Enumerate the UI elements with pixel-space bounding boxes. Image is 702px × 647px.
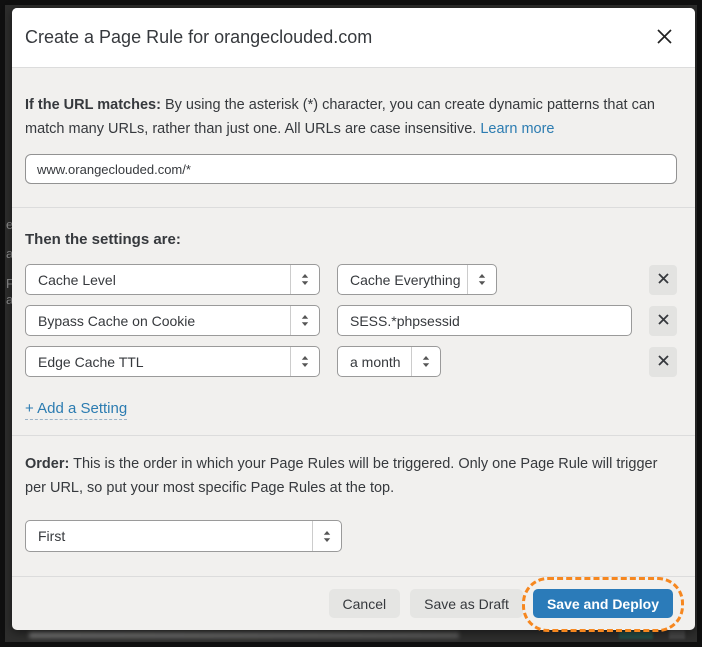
save-as-draft-button[interactable]: Save as Draft [410,589,523,618]
modal-footer: Cancel Save as Draft Save and Deploy [12,577,695,630]
screenshot-frame: e a F a Create a Page Rule for orangeclo… [0,0,702,647]
stepper-icon [312,521,341,551]
backdrop-widget-fragment [619,631,653,639]
url-match-section: If the URL matches: By using the asteris… [12,68,695,208]
settings-rows: Cache Level Cache Everything [25,264,677,377]
stepper-icon [467,265,496,294]
order-section: Order: This is the order in which your P… [12,436,695,577]
close-button[interactable] [652,24,677,52]
modal-header: Create a Page Rule for orangeclouded.com [12,8,695,68]
stepper-icon [290,306,319,335]
stepper-icon [290,265,319,294]
setting-value-select[interactable]: Cache Everything [337,264,497,295]
delete-setting-button[interactable] [649,306,677,336]
page-rule-modal: Create a Page Rule for orangeclouded.com… [12,8,695,630]
url-pattern-input[interactable] [25,154,677,184]
delete-setting-button[interactable] [649,265,677,295]
setting-row: Bypass Cache on Cookie [25,305,677,336]
setting-type-select[interactable]: Bypass Cache on Cookie [25,305,320,336]
cancel-button[interactable]: Cancel [329,589,401,618]
settings-section: Then the settings are: Cache Level Cache… [12,208,695,436]
save-and-deploy-wrap: Save and Deploy [533,589,673,618]
stepper-icon [411,347,440,376]
settings-heading: Then the settings are: [25,231,677,248]
order-select[interactable]: First [25,520,342,552]
modal-title: Create a Page Rule for orangeclouded.com [25,27,652,48]
delete-icon [658,354,669,369]
setting-value-select[interactable]: a month [337,346,441,377]
close-icon [656,28,673,48]
cookie-pattern-input[interactable] [337,305,632,336]
setting-row: Cache Level Cache Everything [25,264,677,295]
backdrop-widget-fragment [669,630,685,639]
save-and-deploy-button[interactable]: Save and Deploy [533,589,673,618]
learn-more-link[interactable]: Learn more [480,121,554,137]
delete-setting-button[interactable] [649,347,677,377]
setting-type-select[interactable]: Cache Level [25,264,320,295]
add-setting-link[interactable]: + Add a Setting [25,400,127,420]
delete-icon [658,313,669,328]
setting-row: Edge Cache TTL a month [25,346,677,377]
order-description: Order: This is the order in which your P… [25,452,677,500]
url-match-lead: If the URL matches: [25,97,161,113]
setting-type-select[interactable]: Edge Cache TTL [25,346,320,377]
order-lead: Order: [25,456,69,472]
blurred-status-bar-url [29,632,459,638]
url-match-description: If the URL matches: By using the asteris… [25,93,677,141]
stepper-icon [290,347,319,376]
delete-icon [658,272,669,287]
